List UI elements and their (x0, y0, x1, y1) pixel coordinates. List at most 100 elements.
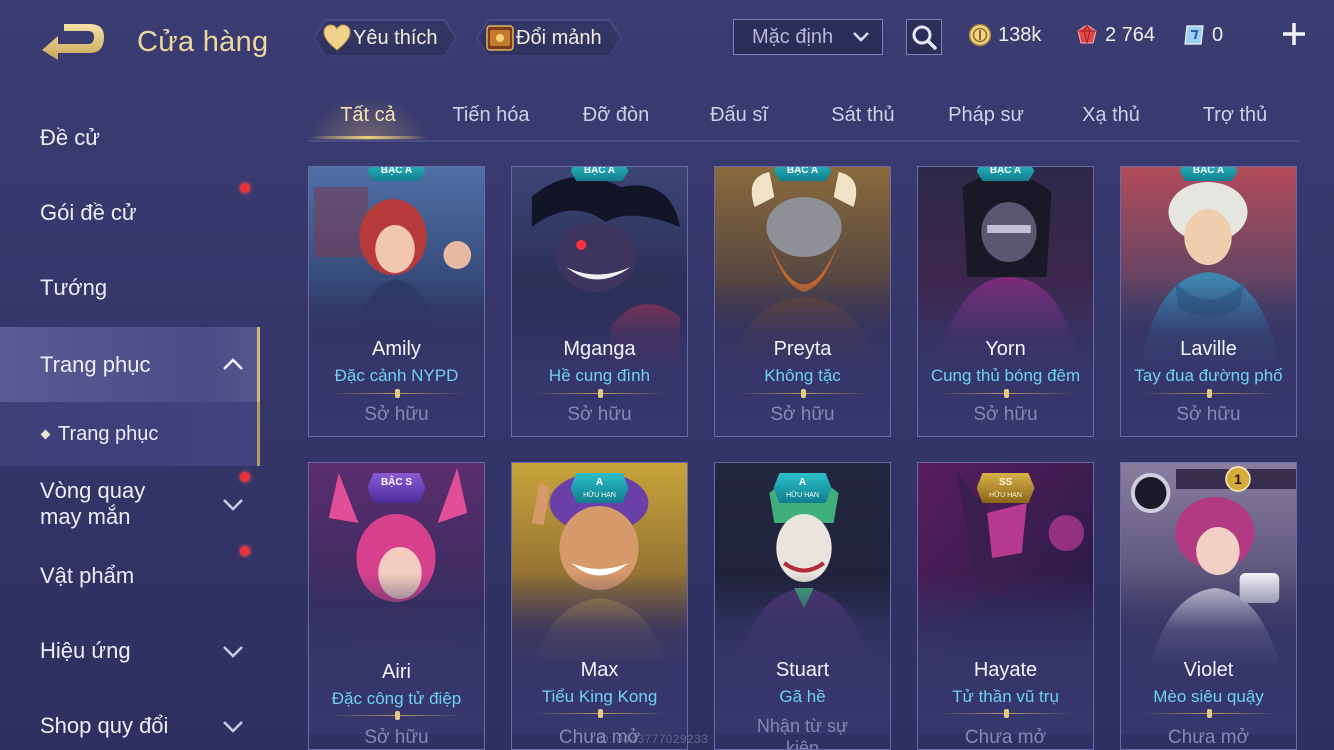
divider-gem-icon (598, 389, 603, 398)
ownership-status: Chưa mở (1167, 727, 1250, 748)
ownership-status: Chưa mở (964, 727, 1047, 748)
page-title: Cửa hàng (137, 26, 269, 58)
tier-grade: A (798, 477, 807, 488)
hero-name: Mganga (563, 338, 636, 360)
sidebar-item-label: Trang phục (40, 351, 151, 377)
tier-limited: HỮU HẠN (583, 492, 616, 499)
hero-name: Airi (382, 661, 411, 683)
skin-card[interactable]: BẬC A Preyta Không tặc Sở hữu (714, 166, 891, 437)
sidebar-subitem-skins[interactable]: Trang phục (0, 402, 260, 466)
skin-name: Hề cung đình (548, 366, 651, 385)
sort-dropdown[interactable]: Mặc định (733, 19, 883, 55)
sidebar-item-effects[interactable]: Hiệu ứng (0, 615, 260, 687)
card-shade (715, 573, 890, 734)
add-currency-plus-icon[interactable] (1280, 20, 1308, 48)
role-filter-tabs: Tất cả Tiến hóa Đỡ đòn Đấu sĩ Sát thủ Ph… (308, 96, 1300, 142)
skin-card[interactable]: A HỮU HẠN Max Tiểu King Kong Chưa mở (511, 462, 688, 750)
coupon-amount: 0 (1212, 23, 1224, 46)
divider-gem-icon (395, 389, 400, 398)
skin-name: Gã hề (779, 687, 826, 706)
hero-name: Violet (1183, 659, 1234, 681)
sidebar-item-label: Đề cử (40, 125, 100, 150)
account-id-watermark: ID: 0443777029233 (596, 732, 709, 746)
tab-evolution[interactable]: Tiến hóa (452, 104, 529, 142)
chevron-down-icon (223, 499, 243, 511)
skin-card[interactable]: 1 Violet Mèo siêu quậy Chưa mở (1120, 462, 1297, 750)
tier-limited: HỮU HẠN (989, 492, 1022, 499)
search-icon (912, 25, 937, 50)
birthday-ribbon-banner: 1 (1176, 466, 1296, 492)
chevron-down-icon (223, 646, 243, 658)
skin-name: Tử thần vũ trụ (952, 687, 1059, 706)
svg-text:1: 1 (1234, 471, 1242, 487)
skin-card[interactable]: BẬC A Laville Tay đua đường phố Sở hữu (1120, 166, 1297, 437)
tier-grade: A (595, 477, 604, 488)
treasure-chest-icon (484, 22, 516, 54)
favorites-label: Yêu thích (353, 26, 438, 49)
sidebar-item-items[interactable]: Vật phẩm (0, 540, 260, 612)
skin-name: Đặc công tử điệp (331, 689, 462, 708)
sidebar-item-label: Gói đề cử (40, 200, 137, 225)
tier-badge: BẬC A (977, 166, 1035, 181)
skin-card[interactable]: BẬC A Amily Đặc cảnh NYPD Sở hữu (308, 166, 485, 437)
tab-mage[interactable]: Pháp sư (948, 104, 1024, 142)
sidebar-item-heroes[interactable]: Tướng (0, 252, 260, 324)
coupon-balance: 0 (1182, 21, 1223, 49)
sidebar-subitem-label: Trang phục (58, 422, 159, 445)
ownership-status: Sở hữu (364, 727, 429, 748)
back-arrow-icon[interactable] (38, 20, 110, 66)
hero-name: Preyta (773, 338, 832, 360)
gold-amount: 138k (998, 23, 1042, 46)
tier-badge: BẬC A (571, 166, 629, 181)
ruby-gem-icon (1077, 23, 1097, 44)
hero-name: Yorn (985, 338, 1026, 360)
search-button[interactable] (906, 19, 942, 55)
ownership-status: Sở hữu (1176, 404, 1241, 425)
sidebar-item-skins[interactable]: Trang phục (0, 327, 260, 402)
chevron-down-icon (223, 721, 243, 733)
tab-support[interactable]: Trợ thủ (1203, 104, 1268, 142)
notification-dot (240, 472, 250, 482)
sort-value: Mặc định (752, 25, 834, 48)
divider-gem-icon (1004, 389, 1009, 398)
ownership-status: Sở hữu (973, 404, 1038, 425)
notification-dot (240, 183, 250, 193)
ruby-balance: 2 764 (1075, 21, 1155, 49)
tier-badge: BẬC A (1180, 166, 1238, 181)
skin-name: Cung thủ bóng đêm (930, 366, 1081, 385)
notification-dot (240, 546, 250, 556)
tier-badge: SS HỮU HẠN (977, 473, 1035, 503)
skin-name: Tiểu King Kong (541, 687, 658, 706)
sidebar-item-recommended-packs[interactable]: Gói đề cử (0, 177, 260, 249)
skin-card[interactable]: SS HỮU HẠN Hayate Tử thần vũ trụ Chưa mở (917, 462, 1094, 750)
sidebar-item-label: Vật phẩm (40, 563, 135, 588)
sidebar-item-exchange-shop[interactable]: Shop quy đổi (0, 690, 260, 750)
skin-card[interactable]: BẬC A Mganga Hề cung đình Sở hữu (511, 166, 688, 437)
tier-badge: A HỮU HẠN (774, 473, 832, 503)
hero-name: Stuart (775, 659, 830, 681)
skin-card[interactable]: A HỮU HẠN Stuart Gã hề Nhận từ sự kiện (714, 462, 891, 750)
sidebar-item-label: Hiệu ứng (40, 638, 131, 663)
fragment-exchange-button[interactable]: Đổi mảnh (476, 19, 622, 57)
ownership-status: Sở hữu (770, 404, 835, 425)
shop-category-sidebar: Đề cử Gói đề cử Tướng Trang phục Trang p… (0, 90, 262, 750)
tab-tank[interactable]: Đỡ đòn (583, 104, 649, 142)
tier-badge: BẬC S (368, 473, 426, 503)
sidebar-item-lucky-wheel[interactable]: Vòng quay may mắn (0, 468, 260, 540)
hero-name: Laville (1180, 338, 1237, 360)
hero-name: Max (580, 659, 619, 681)
sidebar-item-label: Vòng quay may mắn (40, 478, 146, 529)
favorites-button[interactable]: Yêu thích (313, 19, 457, 57)
tier-grade: SS (998, 477, 1013, 488)
skin-name: Tay đua đường phố (1134, 366, 1283, 385)
card-shade (309, 573, 484, 734)
sidebar-item-recommended[interactable]: Đề cử (0, 102, 260, 174)
skin-card[interactable]: BẬC A Yorn Cung thủ bóng đêm Sở hữu (917, 166, 1094, 437)
fragment-exchange-label: Đổi mảnh (516, 26, 602, 49)
gold-coin-icon (968, 23, 992, 47)
skin-card[interactable]: BẬC S Airi Đặc công tử điệp Sở hữu (308, 462, 485, 750)
tab-assassin[interactable]: Sát thủ (831, 104, 894, 142)
tab-warrior[interactable]: Đấu sĩ (710, 104, 768, 142)
tab-marksman[interactable]: Xạ thủ (1082, 104, 1140, 142)
divider-gem-icon (395, 711, 400, 720)
